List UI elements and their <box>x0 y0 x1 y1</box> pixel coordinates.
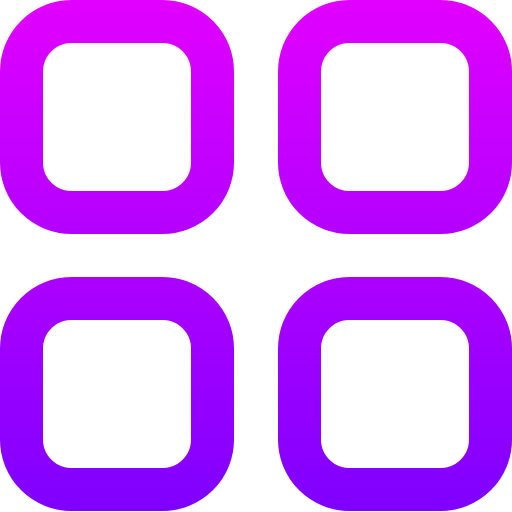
grid-square-top-left <box>0 0 234 234</box>
grid-square-top-right <box>278 0 512 234</box>
grid-square-bottom-right <box>278 277 512 511</box>
app-grid-icon-container <box>0 0 512 512</box>
grid-four-squares-icon <box>0 0 512 511</box>
grid-square-bottom-left <box>0 277 234 511</box>
